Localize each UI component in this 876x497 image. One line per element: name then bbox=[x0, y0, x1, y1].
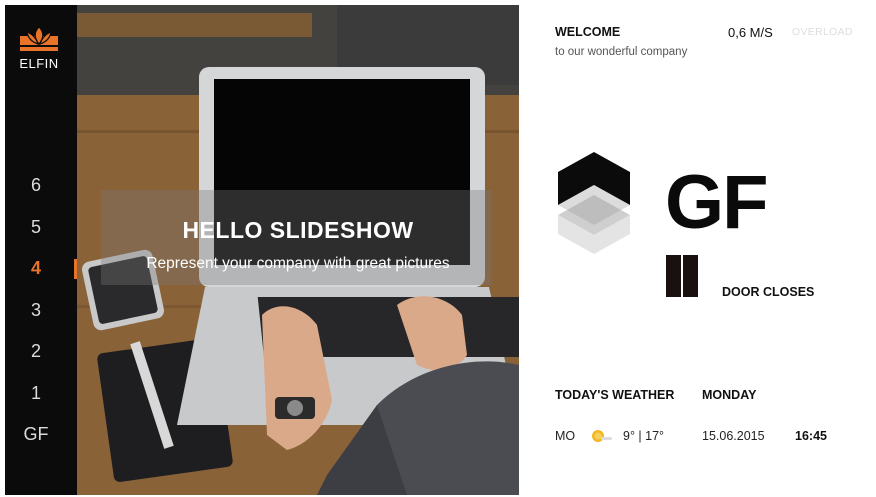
elevator-direction-icon bbox=[558, 152, 630, 254]
slideshow-image: HELLO SLIDESHOW Represent your company w… bbox=[77, 5, 519, 495]
sidebar: ELFIN 6 5 4 3 2 1 GF bbox=[5, 5, 77, 495]
welcome-heading: WELCOME bbox=[555, 25, 621, 39]
door-status: DOOR CLOSES bbox=[722, 285, 815, 299]
current-time: 16:45 bbox=[795, 429, 827, 443]
info-panel: WELCOME to our wonderful company 0,6 M/S… bbox=[519, 5, 871, 495]
floor-item-2[interactable]: 2 bbox=[5, 331, 77, 373]
floor-item-1[interactable]: 1 bbox=[5, 373, 77, 415]
sun-cloud-icon bbox=[592, 430, 612, 442]
current-date: 15.06.2015 bbox=[702, 429, 765, 443]
temperature-range: 9° | 17° bbox=[623, 429, 665, 443]
brand-logo: ELFIN bbox=[17, 25, 61, 71]
floor-item-6[interactable]: 6 bbox=[5, 165, 77, 207]
floor-item-gf[interactable]: GF bbox=[5, 414, 77, 456]
speed-readout: 0,6 M/S bbox=[728, 25, 773, 40]
floor-item-4-active[interactable]: 4 bbox=[5, 248, 77, 290]
floor-item-5[interactable]: 5 bbox=[5, 207, 77, 249]
welcome-subtitle: to our wonderful company bbox=[555, 46, 688, 58]
slideshow-title: HELLO SLIDESHOW bbox=[182, 217, 414, 243]
slideshow-subtitle: Represent your company with great pictur… bbox=[146, 255, 450, 272]
door-icon bbox=[666, 255, 698, 297]
brand-name: ELFIN bbox=[19, 56, 59, 71]
elevator-display: ELFIN 6 5 4 3 2 1 GF HELLO SLIDESHOW Rep… bbox=[5, 5, 871, 495]
weather-heading: TODAY'S WEATHER bbox=[555, 388, 675, 402]
floor-list: 6 5 4 3 2 1 GF bbox=[5, 165, 77, 456]
weather-day-short: MO bbox=[555, 429, 576, 443]
current-floor: GF bbox=[665, 160, 769, 245]
overload-indicator: OVERLOAD bbox=[792, 26, 853, 38]
day-name: MONDAY bbox=[702, 388, 757, 402]
floor-item-3[interactable]: 3 bbox=[5, 290, 77, 332]
lotus-icon bbox=[20, 26, 58, 51]
